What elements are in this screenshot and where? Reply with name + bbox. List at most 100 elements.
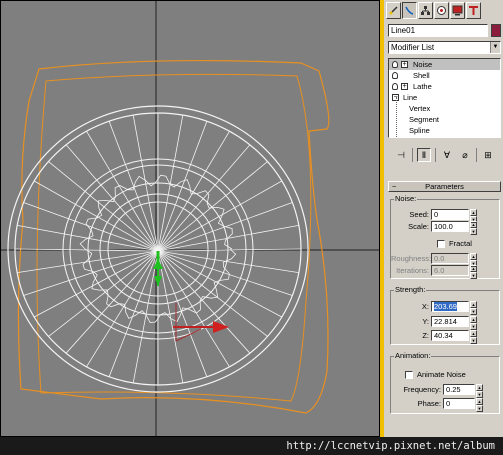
strength-x-label: X: <box>421 302 429 311</box>
animate-noise-checkbox[interactable] <box>405 370 413 379</box>
seed-spinner[interactable]: ▲ ▼ <box>470 209 477 223</box>
max-window: Line01 Modifier List ▼ + Noise Shell + L… <box>0 0 503 455</box>
stack-item-label: Vertex <box>409 104 431 113</box>
collapse-icon: − <box>392 182 397 191</box>
scale-row: Scale: 100.0 ▲ ▼ <box>391 221 477 235</box>
iterations-spinner[interactable]: ▲ ▼ <box>470 265 477 279</box>
strength-z-field[interactable]: 40.34 <box>431 330 469 341</box>
modify-tab-icon <box>405 6 414 15</box>
strength-x-row: X: 203.69 ▲ ▼ <box>391 301 477 315</box>
fractal-checkbox[interactable] <box>437 239 445 248</box>
iterations-field[interactable]: 6.0 <box>431 265 469 276</box>
object-color-swatch[interactable] <box>491 24 501 37</box>
stack-item-line[interactable]: − Line <box>389 92 500 103</box>
rollout-title: Parameters <box>425 182 464 191</box>
stack-item-label: Noise <box>413 60 433 69</box>
toolbar-separator <box>435 148 436 162</box>
phase-row: Phase: 0 ▲ ▼ <box>391 398 483 412</box>
frequency-field[interactable]: 0.25 <box>443 384 475 395</box>
display-tab[interactable] <box>450 2 465 19</box>
stack-item-label: Spline <box>409 126 430 135</box>
roughness-field[interactable]: 0.0 <box>431 253 469 264</box>
animation-group-label: Animation: <box>394 351 432 361</box>
stack-item-shell[interactable]: Shell <box>389 70 500 81</box>
phase-label: Phase: <box>417 399 441 408</box>
viewport-canvas[interactable] <box>1 1 380 437</box>
display-tab-icon <box>452 5 463 16</box>
strength-z-spinner[interactable]: ▲ ▼ <box>470 330 477 344</box>
roughness-label: Roughness: <box>391 254 432 263</box>
expand-icon[interactable]: + <box>401 83 408 90</box>
strength-y-spinner[interactable]: ▲ ▼ <box>470 316 477 330</box>
fractal-row: Fractal <box>437 238 472 249</box>
noise-group-label: Noise: <box>394 194 418 204</box>
fractal-label: Fractal <box>449 239 472 248</box>
bulb-icon[interactable] <box>392 83 398 90</box>
bulb-icon[interactable] <box>392 72 398 79</box>
phase-spinner[interactable]: ▲ ▼ <box>476 398 483 412</box>
watermark-url: http://lccnetvip.pixnet.net/album <box>0 437 503 455</box>
animate-noise-row: Animate Noise <box>405 369 466 380</box>
stack-item-lathe[interactable]: + Lathe <box>389 81 500 92</box>
stack-tree-line <box>396 97 397 137</box>
seed-field[interactable]: 0 <box>431 209 469 220</box>
scale-field[interactable]: 100.0 <box>431 221 469 232</box>
scale-spinner[interactable]: ▲ ▼ <box>470 221 477 235</box>
object-name-field[interactable]: Line01 <box>388 24 488 37</box>
motion-tab-icon <box>437 6 446 15</box>
stack-item-label: Line <box>403 93 418 102</box>
mesh-spoke <box>23 202 159 252</box>
strength-y-field[interactable]: 22.814 <box>431 316 469 327</box>
strength-z-row: Z: 40.34 ▲ ▼ <box>391 330 477 344</box>
frequency-label: Frequency: <box>403 385 441 394</box>
chevron-down-icon[interactable]: ▼ <box>490 42 500 53</box>
create-tab[interactable] <box>386 2 401 19</box>
perspective-viewport[interactable] <box>0 0 380 437</box>
noise-group: Noise: Seed: 0 ▲ ▼ Scale: 100.0 ▲ ▼ Fracta… <box>390 194 500 279</box>
stack-item-segment[interactable]: Segment <box>389 114 500 125</box>
utilities-tab[interactable] <box>466 2 481 19</box>
stack-item-spline[interactable]: Spline <box>389 125 500 136</box>
strength-x-spinner[interactable]: ▲ ▼ <box>470 301 477 315</box>
roughness-spinner[interactable]: ▲ ▼ <box>470 253 477 267</box>
strength-y-label: Y: <box>422 317 429 326</box>
configure-sets-icon[interactable]: ⊞ <box>481 148 495 162</box>
make-unique-icon[interactable]: ∀ <box>440 148 454 162</box>
phase-field[interactable]: 0 <box>443 398 475 409</box>
wireframe-mesh <box>7 59 330 414</box>
strength-group: Strength: X: 203.69 ▲ ▼ Y: 22.814 ▲ ▼ Z: 4… <box>390 285 500 345</box>
expand-icon[interactable]: + <box>401 61 408 68</box>
hierarchy-tab[interactable] <box>418 2 433 19</box>
stack-toolbar: ⊣ Ⅱ ∀ ⌀ ⊞ <box>388 145 501 165</box>
hierarchy-tab-icon <box>421 6 430 15</box>
stack-item-vertex[interactable]: Vertex <box>389 103 500 114</box>
strength-y-row: Y: 22.814 ▲ ▼ <box>391 316 477 330</box>
parameters-rollout-header[interactable]: − Parameters <box>388 181 501 192</box>
roughness-row: Roughness: 0.0 ▲ ▼ <box>391 253 477 267</box>
modify-tab[interactable] <box>402 2 417 19</box>
stack-item-label: Lathe <box>413 82 432 91</box>
seed-label: Seed: <box>409 210 429 219</box>
animate-noise-label: Animate Noise <box>417 370 466 379</box>
show-end-result-icon[interactable]: Ⅱ <box>417 148 431 162</box>
strength-x-value: 203.69 <box>434 302 457 311</box>
pin-stack-icon[interactable]: ⊣ <box>394 148 408 162</box>
strength-x-field[interactable]: 203.69 <box>431 301 469 312</box>
strength-z-label: Z: <box>422 331 429 340</box>
toolbar-separator <box>476 148 477 162</box>
remove-modifier-icon[interactable]: ⌀ <box>458 148 472 162</box>
object-name-row: Line01 <box>388 24 501 37</box>
bulb-icon[interactable] <box>392 61 398 68</box>
stack-item-label: Shell <box>413 71 430 80</box>
mesh-spoke <box>157 180 282 252</box>
stack-item-noise[interactable]: + Noise <box>389 59 500 70</box>
frequency-spinner[interactable]: ▲ ▼ <box>476 384 483 398</box>
modifier-list-dropdown[interactable]: Modifier List ▼ <box>388 41 501 54</box>
mesh-spoke <box>17 250 159 273</box>
mesh-spoke <box>34 180 159 252</box>
frequency-row: Frequency: 0.25 ▲ ▼ <box>391 384 483 398</box>
toolbar-separator <box>412 148 413 162</box>
motion-tab[interactable] <box>434 2 449 19</box>
stack-item-label: Segment <box>409 115 440 124</box>
modifier-stack[interactable]: + Noise Shell + Lathe − Line Vertex Segm… <box>388 58 501 138</box>
